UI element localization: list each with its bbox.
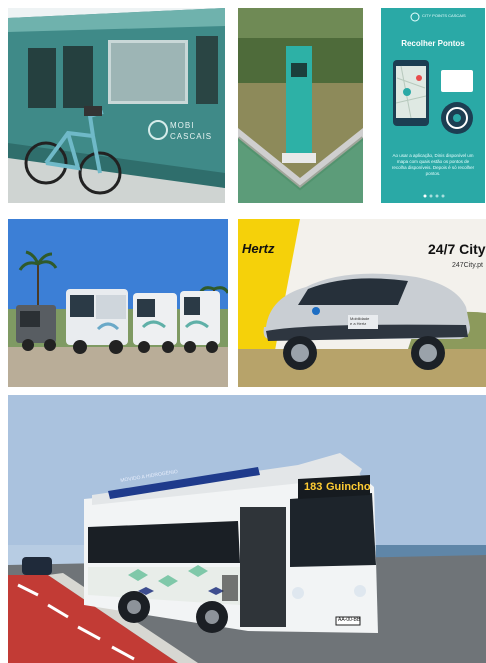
bus-route-number: 183 (304, 481, 323, 493)
app-logo-text: CITY POINTS CASCAIS (422, 13, 466, 18)
app-screen-recolher-pontos: CITY POINTS CASCAIS Recolher Pontos Ao u… (381, 8, 485, 203)
photo-street-sweepers (8, 219, 228, 387)
sweeper-scene (8, 219, 228, 387)
hertz-url: 247City.pt (452, 262, 483, 269)
station-scene (238, 8, 363, 203)
hertz-headline: 24/7 City (428, 241, 486, 257)
bus-destination: Guincho (326, 481, 371, 493)
tram-brand-line2: CASCAIS (170, 132, 213, 141)
photo-hertz-ad: Hertz 24/7 City 247City.pt Mobilidade e … (238, 219, 486, 387)
bus-plate: AA-00-BB (338, 617, 361, 623)
photo-tram-bike: MOBI CASCAIS (8, 8, 225, 203)
tram-scene (8, 8, 225, 203)
tram-brand-line1: MOBI (170, 121, 195, 130)
bus-scene (8, 395, 486, 663)
photo-hydrogen-bus: MOVIDO A HIDROGÉNIO 183 Guincho AA-00-BB (8, 395, 486, 663)
hertz-brand: Hertz (242, 241, 275, 256)
photo-charging-station (238, 8, 363, 203)
hertz-door-line2: e a Hertz (350, 321, 367, 326)
app-description: Ao usar a aplicação, Dinis disponível um… (391, 153, 475, 176)
app-title: Recolher Pontos (401, 39, 465, 48)
